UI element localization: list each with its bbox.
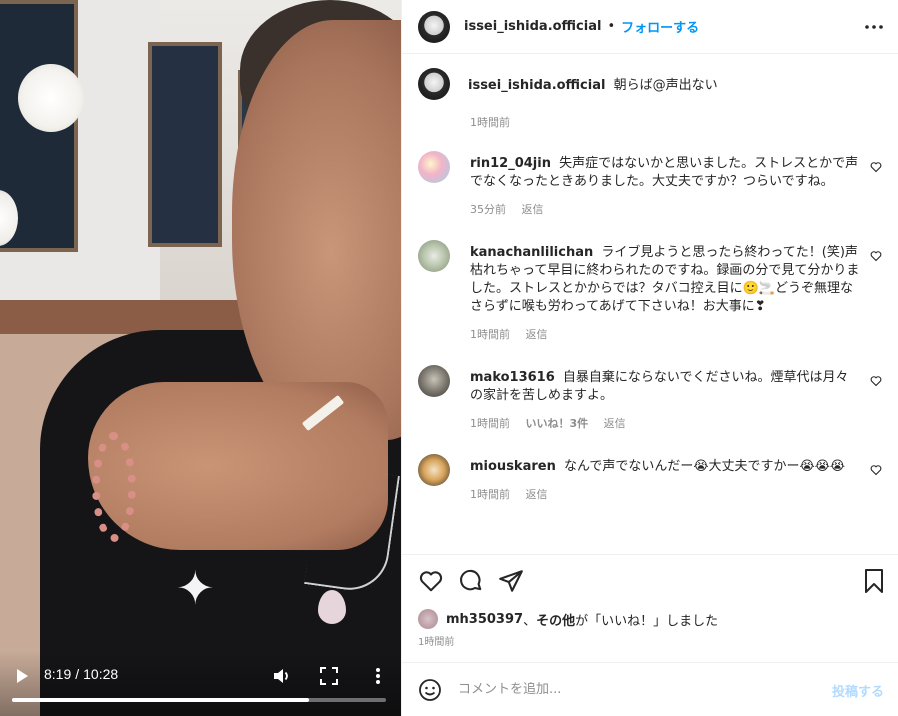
more-options-icon[interactable] — [864, 17, 884, 37]
post-button[interactable]: 投稿する — [832, 681, 884, 700]
comment-username[interactable]: kanachanlilichan — [470, 245, 593, 260]
comment-likes[interactable]: いいね！3件 — [526, 417, 589, 430]
caption: issei_ishida.official 朝らば@声出ない — [418, 68, 882, 100]
post-details: issei_ishida.official • フォローする issei_ish… — [401, 0, 898, 716]
likes-others-link[interactable]: その他 — [536, 610, 575, 629]
caption-text: 朝らば@声出ない — [613, 78, 718, 93]
current-time: 8:19 — [44, 666, 72, 682]
heart-icon[interactable] — [870, 250, 882, 262]
play-icon[interactable] — [14, 668, 30, 684]
reply-button[interactable]: 返信 — [522, 203, 544, 216]
caption-time: 1時間前 — [470, 116, 510, 129]
reply-button[interactable]: 返信 — [526, 488, 548, 501]
comment-text: なんで声でないんだー😭大丈夫ですかー😭😭😭 — [563, 459, 846, 474]
comment-time: 1時間前 — [470, 417, 510, 430]
bracelet — [92, 432, 136, 542]
liker-username[interactable]: mh350397 — [446, 612, 523, 627]
bookmark-icon[interactable] — [862, 568, 886, 594]
fullscreen-icon[interactable] — [320, 667, 338, 685]
comment-time: 35分前 — [470, 203, 506, 216]
video-progress-bar[interactable] — [12, 698, 386, 702]
time-separator: / — [75, 666, 80, 682]
comment-username[interactable]: mako13616 — [470, 370, 555, 385]
likes-suffix: が「いいね！」しました — [575, 613, 719, 629]
window — [148, 42, 222, 247]
reply-button[interactable]: 返信 — [526, 328, 548, 341]
comment-icon[interactable] — [458, 568, 484, 594]
comment-username[interactable]: miouskaren — [470, 459, 556, 474]
more-vertical-icon[interactable] — [368, 666, 388, 686]
post-header: issei_ishida.official • フォローする — [402, 0, 898, 54]
comment-composer: 投稿する — [402, 662, 898, 716]
avatar[interactable] — [418, 151, 450, 183]
comments-list[interactable]: issei_ishida.official 朝らば@声出ない 1時間前 rin1… — [402, 54, 898, 554]
video-player[interactable]: ✦ 8:19/10:28 — [0, 0, 401, 716]
comment: miouskaren なんで声でないんだー😭大丈夫ですかー😭😭😭 1時間前 返信 — [418, 454, 882, 504]
comment-username[interactable]: rin12_04jin — [470, 156, 551, 171]
share-icon[interactable] — [498, 568, 524, 594]
heart-icon[interactable] — [870, 464, 882, 476]
follow-button[interactable]: フォローする — [621, 17, 699, 36]
caption-username[interactable]: issei_ishida.official — [468, 78, 605, 93]
avatar[interactable] — [418, 609, 438, 629]
likes-summary: mh350397 、 その他 が「いいね！」しました — [402, 606, 898, 632]
video-progress-fill — [12, 698, 309, 702]
comment-time: 1時間前 — [470, 488, 510, 501]
post-timestamp: 1時間前 — [418, 637, 455, 648]
comment: rin12_04jin 失声症ではないかと思いました。ストレスとかで声でなくなっ… — [418, 151, 882, 219]
comment: mako13616 自暴自棄にならないでくださいね。煙草代は月々の家計を苦しめま… — [418, 365, 882, 433]
reply-button[interactable]: 返信 — [604, 417, 626, 430]
avatar[interactable] — [418, 240, 450, 272]
duration: 10:28 — [83, 666, 119, 682]
volume-icon[interactable] — [272, 666, 292, 686]
emoji-icon[interactable] — [418, 678, 442, 702]
heart-icon[interactable] — [418, 568, 444, 594]
comment-time: 1時間前 — [470, 328, 510, 341]
lamp — [18, 64, 84, 132]
heart-icon[interactable] — [870, 161, 882, 173]
header-username[interactable]: issei_ishida.official — [464, 19, 601, 34]
likes-comma: 、 — [523, 613, 537, 629]
avatar[interactable] — [418, 10, 450, 43]
pendant — [318, 590, 346, 624]
comment: kanachanlilichan ライブ見ようと思ったら終わってた！(笑)声枯れ… — [418, 240, 882, 344]
video-controls: 8:19/10:28 — [0, 652, 401, 716]
avatar[interactable] — [418, 365, 450, 397]
action-bar — [402, 554, 898, 606]
heart-icon[interactable] — [870, 375, 882, 387]
avatar[interactable] — [418, 454, 450, 486]
shirt-star-graphic: ✦ — [176, 561, 215, 615]
comment-input[interactable] — [458, 682, 798, 697]
post-modal: ✦ 8:19/10:28 issei_ishida.official • フォロ… — [0, 0, 898, 716]
video-time: 8:19/10:28 — [44, 666, 118, 682]
avatar[interactable] — [418, 68, 450, 100]
separator-dot: • — [607, 19, 616, 34]
